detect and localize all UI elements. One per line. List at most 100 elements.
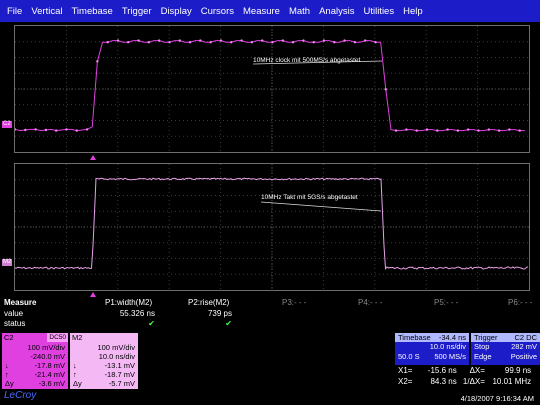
m2-cursor1-icon: ↓ (73, 361, 77, 370)
m2-annotation-pointer (260, 201, 382, 212)
timebase-delay: -34.4 ns (438, 333, 466, 342)
menu-trigger[interactable]: Trigger (118, 6, 156, 17)
inv-dx-label: 1/ΔX= (462, 377, 485, 386)
c2-sample-point (415, 129, 418, 132)
date-time: 4/18/2007 9:16:34 AM (460, 394, 534, 403)
c2-sample-point (178, 39, 181, 42)
m2-delta-label: Δy (73, 379, 82, 388)
c2-cursor2-value: -21.4 mV (34, 370, 65, 379)
trigger-level: 282 mV (511, 342, 537, 351)
p6-label[interactable]: P6:- - - (508, 298, 540, 307)
c2-sample-point (96, 60, 99, 63)
inv-dx-value: 10.01 MHz (492, 377, 532, 386)
c2-sample-point (209, 41, 212, 44)
c2-sample-point (137, 39, 140, 42)
c2-sample-point (456, 129, 460, 132)
trigger-position-marker-bottom[interactable] (90, 292, 96, 297)
timebase-title: Timebase (398, 333, 431, 342)
p1-label[interactable]: P1:width(M2) (105, 298, 175, 307)
m2-memory-box[interactable]: M2 100 mV/div 10.0 ns/div ↓ -13.1 mV ↑ -18… (70, 333, 138, 389)
m2-cursor2-icon: ↑ (73, 370, 77, 379)
menu-timebase[interactable]: Timebase (67, 6, 116, 17)
c2-sample-point (219, 39, 223, 42)
c2-sample-point (85, 128, 89, 131)
menu-cursors[interactable]: Cursors (197, 6, 238, 17)
menu-display[interactable]: Display (157, 6, 196, 17)
c2-cursor1-value: -17.8 mV (34, 361, 65, 370)
m2-channel-marker[interactable]: M2 (2, 259, 13, 266)
menu-file[interactable]: File (3, 6, 26, 17)
c2-cursor2-icon: ↑ (5, 370, 9, 379)
p2-value: 739 ps (207, 309, 232, 318)
trigger-slope: Positive (510, 352, 537, 361)
c2-sample-point (44, 128, 48, 132)
c2-sample-point (508, 128, 511, 131)
c2-channel-marker[interactable]: C2 (2, 121, 12, 128)
timebase-box[interactable]: Timebase -34.4 ns 10.0 ns/div 50.0 S 500 M… (395, 333, 469, 365)
c2-sample-point (467, 128, 470, 131)
c2-vdiv: 100 mV/div (27, 343, 65, 352)
waveform-grid-m2[interactable]: 10MHz Takt mit 5GS/s abgetastet (14, 163, 530, 291)
c2-sample-point (250, 41, 254, 44)
m2-annotation: 10MHz Takt mit 5GS/s abgetastet (261, 194, 358, 201)
cursor-readout-line2: X2= 84.3 ns 1/ΔX= 10.01 MHz (398, 377, 531, 386)
c2-sample-point (394, 129, 398, 132)
x1-value: -15.6 ns (427, 366, 457, 375)
waveform-grid-c2[interactable]: 10MHz clock mit 500MS/s abgetastet (14, 25, 530, 153)
trigger-type: Edge (474, 352, 492, 361)
c2-sample-point (518, 129, 521, 132)
c2-sample-point (436, 129, 439, 132)
x1-label: X1= (398, 366, 413, 375)
x2-value: 84.3 ns (430, 377, 457, 386)
c2-sample-point (425, 128, 429, 131)
p4-label[interactable]: P4:- - - (358, 298, 428, 307)
trigger-source-badge: C2 DC (514, 333, 537, 342)
c2-sample-point (353, 41, 357, 44)
c2-sample-point (281, 39, 284, 42)
menu-help[interactable]: Help (399, 6, 427, 17)
lecroy-logo: LeCroy (4, 390, 37, 401)
c2-sample-point (271, 41, 274, 44)
c2-sample-point (312, 41, 315, 44)
c2-sample-point (405, 128, 408, 131)
c2-sample-point (364, 39, 367, 42)
c2-sample-point (116, 39, 120, 42)
m2-box-title: M2 (72, 333, 83, 342)
c2-sample-point (446, 128, 449, 131)
measure-status-label: status (4, 319, 26, 328)
menu-measure[interactable]: Measure (239, 6, 284, 17)
menu-utilities[interactable]: Utilities (359, 6, 398, 17)
m2-vdiv: 100 mV/div (97, 343, 135, 352)
c2-channel-box[interactable]: C2 DC50 100 mV/div -240.0 mV ↓ -17.8 mV ↑… (2, 333, 68, 389)
trigger-position-marker-top[interactable] (90, 155, 96, 160)
c2-sample-point (188, 41, 192, 44)
measure-value-label: value (4, 309, 24, 318)
p3-label[interactable]: P3:- - - (282, 298, 352, 307)
measure-title[interactable]: Measure (4, 298, 36, 307)
timebase-tdiv: 10.0 ns/div (429, 342, 466, 351)
c2-sample-point (261, 39, 264, 42)
c2-sample-point (106, 41, 109, 44)
c2-sample-point (168, 41, 171, 44)
c2-delta-label: Δy (5, 379, 14, 388)
menu-math[interactable]: Math (285, 6, 314, 17)
p2-label[interactable]: P2:rise(M2) (188, 298, 258, 307)
c2-sample-point (384, 88, 387, 91)
c2-sample-point (34, 128, 37, 131)
x2-label: X2= (398, 377, 413, 386)
c2-annotation: 10MHz clock mit 500MS/s abgetastet (253, 57, 361, 64)
p5-label[interactable]: P5:- - - (434, 298, 504, 307)
menu-analysis[interactable]: Analysis (315, 6, 358, 17)
c2-sample-point (55, 129, 58, 132)
timebase-trigger-panel: Timebase -34.4 ns 10.0 ns/div 50.0 S 500 M… (395, 333, 540, 365)
c2-sample-point (147, 41, 151, 44)
cursor-readout-line1: X1= -15.6 ns ΔX= 99.9 ns (398, 366, 531, 375)
menu-vertical[interactable]: Vertical (27, 6, 66, 17)
c2-sample-point (477, 129, 480, 132)
m2-tdiv: 10.0 ns/div (98, 352, 135, 361)
dx-label: ΔX= (469, 366, 485, 375)
c2-trace-svg (15, 26, 529, 152)
c2-sample-point (497, 129, 501, 132)
trigger-box[interactable]: Trigger C2 DC Stop 282 mV Edge Positive (471, 333, 540, 365)
c2-sample-point (65, 128, 68, 131)
